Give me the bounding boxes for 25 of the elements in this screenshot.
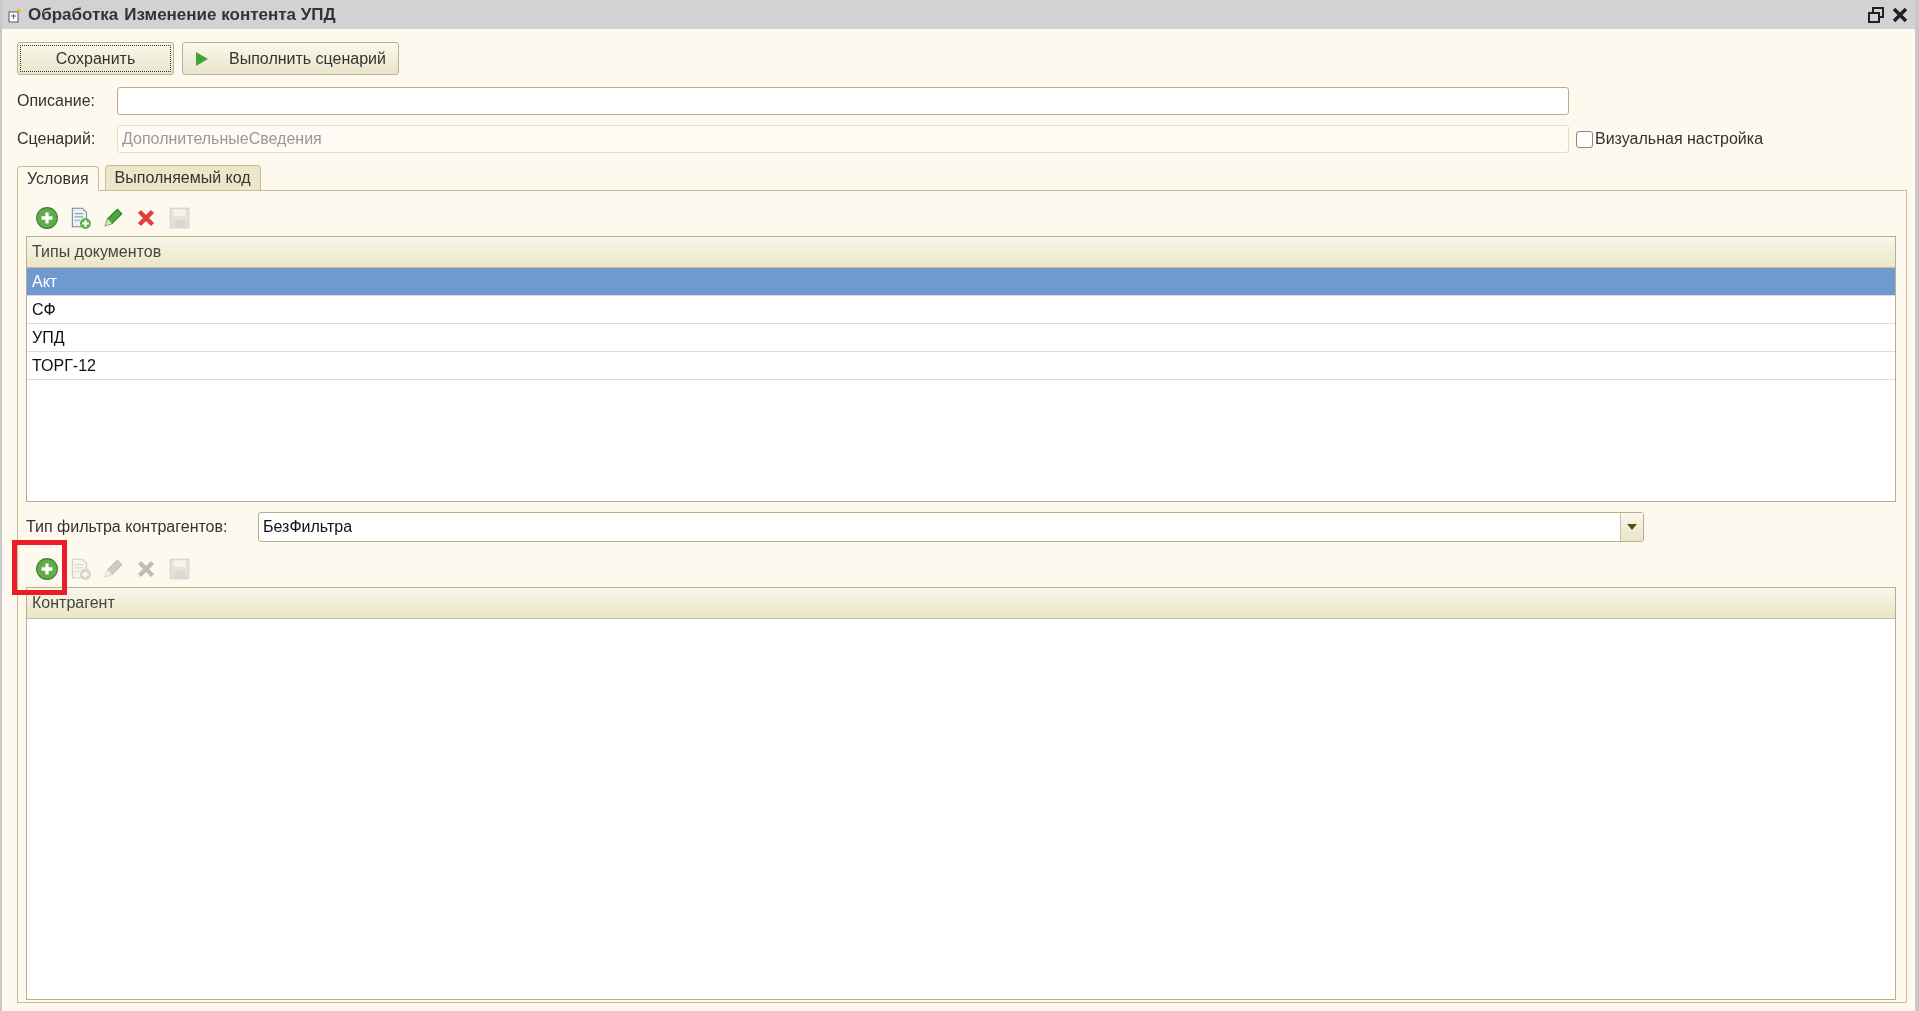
window-type: Обработка bbox=[28, 4, 119, 25]
play-icon bbox=[195, 50, 209, 67]
field-label: Сценарий: bbox=[17, 130, 97, 148]
save-button[interactable]: Сохранить bbox=[17, 42, 174, 75]
table-row[interactable]: ТОРГ-12 bbox=[27, 352, 1895, 380]
field-label: Тип фильтра контрагентов: bbox=[26, 518, 229, 536]
restore-icon[interactable] bbox=[1867, 5, 1885, 24]
run-button[interactable]: Выполнить сценарий bbox=[182, 42, 399, 75]
add-icon[interactable] bbox=[34, 556, 59, 581]
column-header[interactable]: Контрагент bbox=[27, 588, 1895, 619]
caret-icon bbox=[1626, 523, 1638, 531]
field-label: Описание: bbox=[17, 92, 97, 110]
tab[interactable]: Выполняемый код bbox=[104, 165, 261, 190]
input-field[interactable] bbox=[117, 87, 1569, 115]
close-icon[interactable] bbox=[1891, 5, 1909, 24]
checkbox[interactable] bbox=[1576, 130, 1593, 148]
tab[interactable]: Условия bbox=[17, 166, 99, 191]
form-icon bbox=[8, 6, 22, 23]
checkbox-label: Визуальная настройка bbox=[1595, 130, 1764, 148]
dropdown-field[interactable]: БезФильтра bbox=[258, 512, 1644, 542]
column-header[interactable]: Типы документов bbox=[27, 237, 1895, 268]
window-title: Изменение контента УПД bbox=[124, 4, 336, 25]
add-icon[interactable] bbox=[34, 205, 59, 230]
table-row[interactable]: СФ bbox=[27, 296, 1895, 324]
table-row[interactable]: УПД bbox=[27, 324, 1895, 352]
